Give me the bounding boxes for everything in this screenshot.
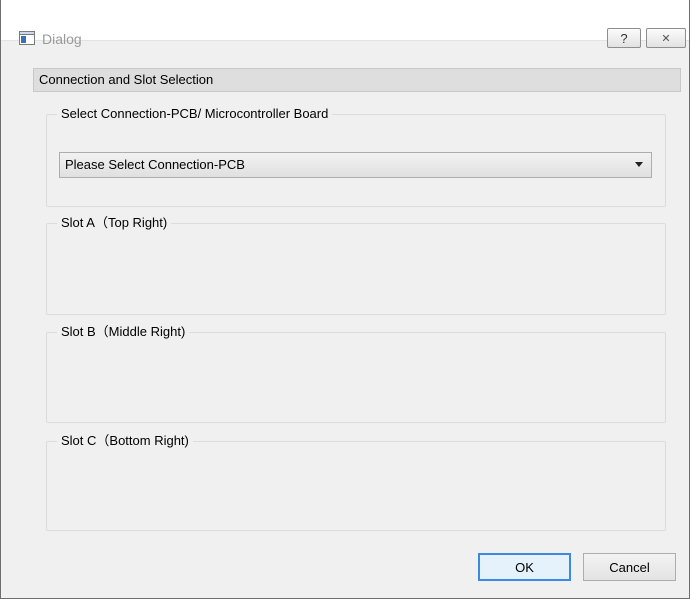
ok-button[interactable]: OK [478, 553, 571, 581]
slot-c-title: Slot C（Bottom Right) [57, 433, 193, 449]
help-button[interactable]: ? [607, 28, 641, 48]
chevron-down-icon [635, 162, 643, 167]
slot-c-groupbox: Slot C（Bottom Right) [46, 433, 666, 531]
dialog-window: Dialog ? ✕ Connection and Slot Selection… [0, 0, 690, 599]
cancel-button-label: Cancel [609, 559, 650, 575]
slot-a-groupbox: Slot A（Top Right) [46, 215, 666, 315]
close-icon: ✕ [661, 32, 671, 45]
window-title: Dialog [42, 31, 82, 47]
title-bar[interactable]: Dialog ? ✕ [1, 0, 689, 48]
cancel-button[interactable]: Cancel [583, 553, 676, 581]
slot-a-title: Slot A（Top Right) [57, 215, 172, 231]
help-icon: ? [620, 30, 628, 46]
connection-pcb-select[interactable]: Please Select Connection-PCB [59, 152, 652, 178]
close-button[interactable]: ✕ [646, 28, 686, 48]
slot-b-groupbox: Slot B（Middle Right) [46, 324, 666, 423]
connection-group-title: Select Connection-PCB/ Microcontroller B… [57, 106, 333, 122]
section-header: Connection and Slot Selection [33, 68, 681, 92]
slot-b-title: Slot B（Middle Right) [57, 324, 190, 340]
connection-groupbox: Select Connection-PCB/ Microcontroller B… [46, 106, 666, 207]
connection-pcb-select-value: Please Select Connection-PCB [65, 157, 245, 172]
app-window-icon [19, 31, 35, 45]
ok-button-label: OK [515, 559, 534, 575]
